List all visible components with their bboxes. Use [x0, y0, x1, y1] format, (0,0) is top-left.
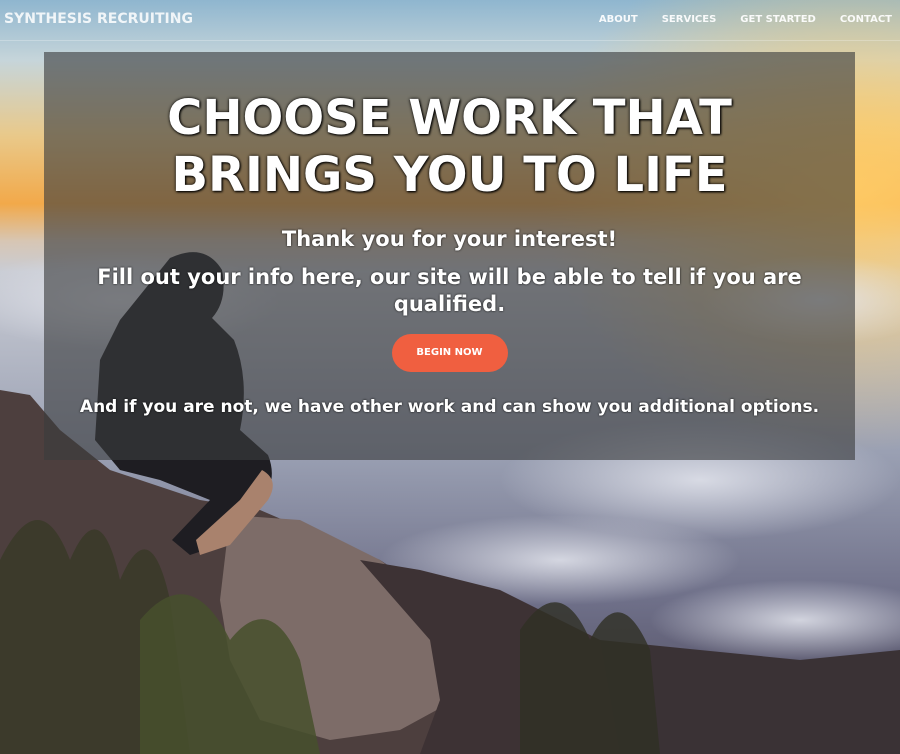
nav-link-services[interactable]: SERVICES: [662, 14, 717, 25]
alternative-options-text: And if you are not, we have other work a…: [79, 397, 820, 417]
hero-headline-line-1: CHOOSE WORK THAT: [167, 90, 732, 146]
landing-page: SYNTHESIS RECRUITING ABOUT SERVICES GET …: [0, 0, 900, 754]
nav-link-about[interactable]: ABOUT: [599, 14, 638, 25]
nav-link-get-started[interactable]: GET STARTED: [740, 14, 816, 25]
hero-overlay-panel: CHOOSE WORK THAT BRINGS YOU TO LIFE Than…: [44, 52, 855, 460]
hero-headline-line-2: BRINGS YOU TO LIFE: [171, 147, 728, 203]
instructions-text: Fill out your info here, our site will b…: [97, 265, 802, 316]
begin-now-button[interactable]: BEGIN NOW: [391, 334, 508, 372]
nav-link-contact[interactable]: CONTACT: [840, 14, 892, 25]
nav-links: ABOUT SERVICES GET STARTED CONTACT: [575, 14, 892, 25]
brand-logo-link[interactable]: SYNTHESIS RECRUITING: [4, 11, 193, 27]
hero-headline: CHOOSE WORK THAT BRINGS YOU TO LIFE: [44, 90, 855, 204]
top-navbar: SYNTHESIS RECRUITING ABOUT SERVICES GET …: [0, 0, 900, 41]
thank-you-text: Thank you for your interest!: [281, 227, 618, 251]
